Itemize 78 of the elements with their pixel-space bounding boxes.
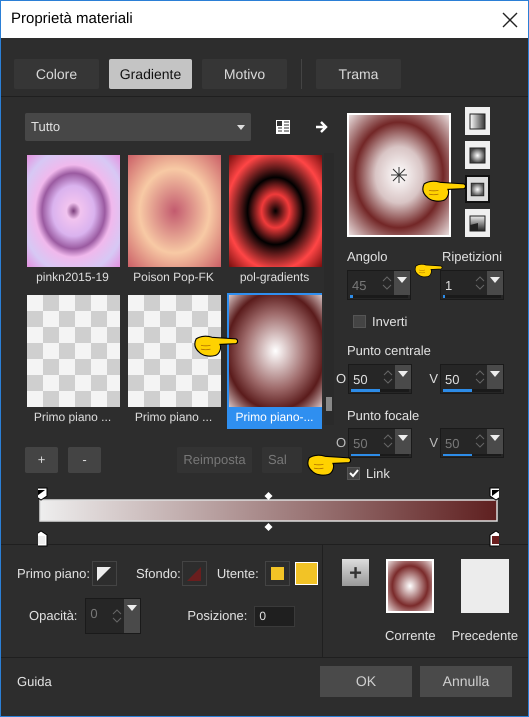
foreground-swatch[interactable] xyxy=(92,561,117,586)
help-link[interactable]: Guida xyxy=(17,672,52,692)
library-button[interactable]: - xyxy=(68,447,101,473)
spin-field[interactable]: 1 xyxy=(440,270,504,300)
add-swatch-button[interactable]: + xyxy=(342,559,369,586)
gradient-tile[interactable]: Primo piano ... xyxy=(25,293,120,429)
category-value: Tutto xyxy=(31,118,60,136)
pointing-hand-icon xyxy=(421,179,467,203)
cancel-button[interactable]: Annulla xyxy=(420,666,512,697)
dropdown-arrow-icon[interactable] xyxy=(490,370,500,376)
invert-label: Inverti xyxy=(372,312,408,330)
ok-button[interactable]: OK xyxy=(320,666,412,697)
gradient-tile[interactable]: Primo piano ... xyxy=(126,293,221,429)
pointing-hand-icon xyxy=(414,263,443,278)
tab[interactable]: Motivo xyxy=(202,59,287,89)
opacity-stop-marker[interactable] xyxy=(38,488,48,501)
axis-label: V xyxy=(429,434,438,452)
background-swatch[interactable] xyxy=(182,561,207,586)
background-label: Sfondo: xyxy=(136,564,181,583)
library-icon[interactable] xyxy=(275,119,291,135)
dropdown-arrow-icon[interactable] xyxy=(398,370,408,376)
tile-label: pinkn2015-19 xyxy=(35,269,110,286)
focal-point-label: Punto focale xyxy=(347,406,420,424)
position-field[interactable]: 0 xyxy=(254,606,296,626)
spin-arrows-icon[interactable] xyxy=(383,370,394,384)
link-label: Link xyxy=(366,465,390,483)
link-checkbox[interactable] xyxy=(347,467,360,480)
opacity-stop-marker[interactable] xyxy=(490,488,499,501)
gradient-style-button[interactable] xyxy=(465,107,490,135)
user-swatch[interactable] xyxy=(264,561,290,586)
pointing-hand-icon xyxy=(193,334,239,358)
gradient-tile[interactable]: pol-gradients xyxy=(227,153,322,289)
previous-label: Precedente xyxy=(452,627,518,645)
tile-label: Primo piano ... xyxy=(32,409,112,426)
tile-label: Poison Pop-FK xyxy=(132,269,215,286)
user-color-swatch[interactable] xyxy=(294,562,318,585)
arrow-right-icon[interactable] xyxy=(315,120,329,134)
opacity-label: Opacità: xyxy=(29,607,78,626)
tile-label: pol-gradients xyxy=(238,269,310,286)
dropdown-arrow-icon[interactable] xyxy=(490,276,500,282)
tab[interactable]: Colore xyxy=(14,59,99,89)
color-stop-marker[interactable] xyxy=(38,530,48,546)
tile-label: Primo piano-... xyxy=(234,409,315,426)
spin-arrows-icon[interactable] xyxy=(475,370,485,384)
invert-checkbox[interactable] xyxy=(353,314,366,328)
gradient-bar[interactable] xyxy=(39,499,498,522)
center-point-label: Punto centrale xyxy=(347,342,432,360)
axis-label: O xyxy=(336,370,346,388)
gradient-tile[interactable]: pinkn2015-19 xyxy=(25,153,120,289)
pointing-hand-icon xyxy=(306,453,352,477)
triangle-icon xyxy=(97,566,112,580)
user-label: Utente: xyxy=(216,564,259,583)
triangle-icon xyxy=(187,566,202,580)
window-title: Proprietà materiali xyxy=(11,9,133,30)
gradient-style-button[interactable] xyxy=(465,209,490,237)
previous-swatch xyxy=(460,559,509,613)
gradient-style-button[interactable] xyxy=(465,175,490,203)
close-icon[interactable] xyxy=(502,12,518,28)
repeats-label: Ripetizioni xyxy=(442,248,502,266)
color-stop-marker[interactable] xyxy=(490,530,499,546)
position-label: Posizione: xyxy=(187,607,248,626)
tab[interactable]: Trama xyxy=(316,59,401,89)
axis-label: O xyxy=(336,434,346,452)
current-label: Corrente xyxy=(385,627,436,645)
current-gradient-swatch xyxy=(386,559,434,613)
spin-field[interactable]: 50 xyxy=(348,364,412,394)
library-button[interactable]: + xyxy=(25,447,58,473)
tile-label: Primo piano ... xyxy=(134,409,214,426)
foreground-label: Primo piano: xyxy=(17,564,90,583)
angle-label: Angolo xyxy=(347,248,388,266)
axis-label: V xyxy=(429,370,438,388)
gradient-style-button[interactable] xyxy=(465,141,490,169)
category-dropdown[interactable]: Tutto xyxy=(25,113,251,141)
spin-arrows-icon[interactable] xyxy=(475,276,485,290)
caret-icon xyxy=(237,124,245,130)
tab[interactable]: Gradiente xyxy=(109,59,192,89)
spin-field[interactable]: 50 xyxy=(440,364,504,394)
gradient-tile[interactable]: Poison Pop-FK xyxy=(126,153,221,289)
